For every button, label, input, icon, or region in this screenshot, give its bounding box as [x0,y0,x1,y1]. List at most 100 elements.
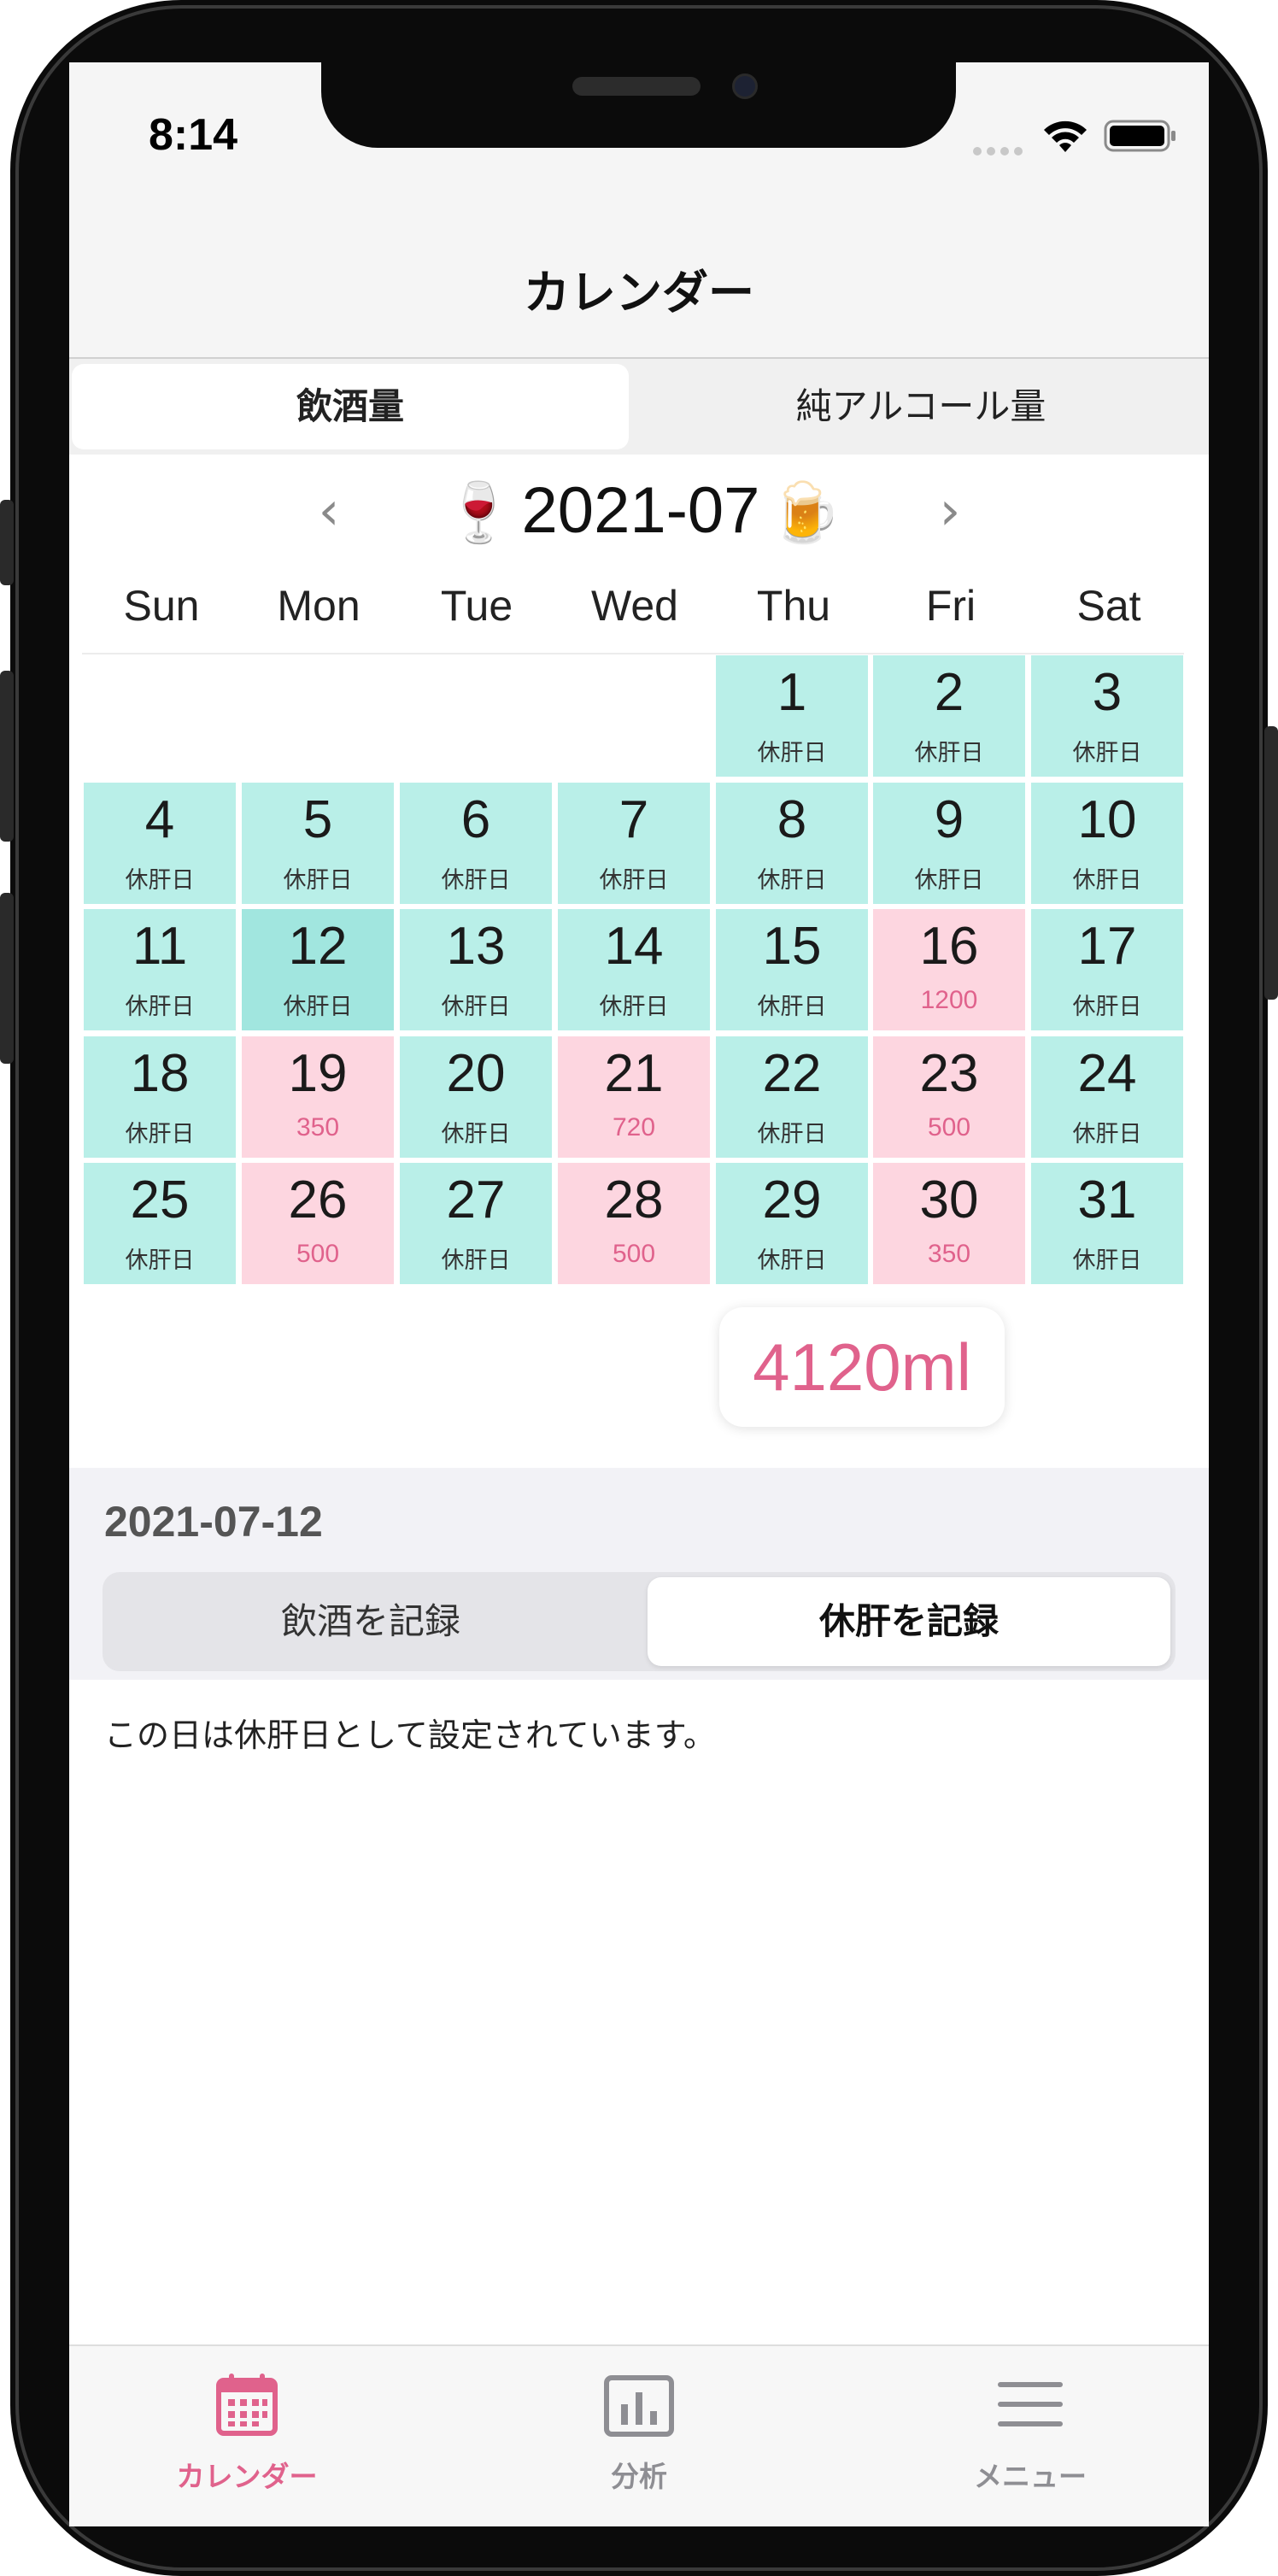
calendar-day[interactable]: 3 休肝日 [1031,655,1183,777]
day-rest-label: 休肝日 [757,740,827,766]
day-number: 4 [144,790,175,849]
day-number: 25 [130,1171,190,1229]
day-number: 8 [777,790,807,849]
menu-icon [996,2379,1064,2430]
day-drink-amount: 350 [927,1240,971,1268]
day-number: 27 [446,1171,506,1229]
battery-icon [1104,118,1177,154]
calendar-day[interactable]: 1 休肝日 [716,655,868,777]
calendar-day[interactable]: 11 休肝日 [84,909,236,1030]
calendar-day[interactable]: 12 休肝日 [242,909,394,1030]
calendar-day[interactable]: 18 休肝日 [84,1036,236,1158]
calendar-day[interactable]: 24 休肝日 [1031,1036,1183,1158]
day-drink-amount: 500 [612,1240,656,1268]
calendar-day[interactable]: 17 休肝日 [1031,909,1183,1030]
power-button [1264,726,1278,1000]
day-drink-amount: 350 [296,1113,340,1141]
calendar-day[interactable]: 31 休肝日 [1031,1163,1183,1284]
day-rest-label: 休肝日 [1072,867,1142,894]
day-number: 22 [762,1044,822,1103]
tab-menu-label: メニュー [974,2460,1087,2493]
tab-calendar-label: カレンダー [176,2460,318,2493]
day-number: 23 [919,1044,979,1103]
day-number: 11 [132,917,188,976]
day-number: 6 [460,790,491,849]
day-number: 1 [777,663,807,722]
calendar-day[interactable]: 2 休肝日 [873,655,1025,777]
day-number: 21 [604,1044,664,1103]
speaker-grille [572,77,701,96]
calendar-day[interactable]: 13 休肝日 [400,909,552,1030]
calendar-day[interactable]: 27 休肝日 [400,1163,552,1284]
front-camera [732,73,758,99]
day-drink-amount: 500 [296,1240,340,1268]
day-number: 31 [1077,1171,1137,1229]
calendar-day[interactable]: 8 休肝日 [716,783,868,904]
day-number: 2 [934,663,964,722]
calendar-day[interactable]: 6 休肝日 [400,783,552,904]
calendar-day[interactable]: 7 休肝日 [558,783,710,904]
day-rest-label: 休肝日 [757,994,827,1020]
calendar-day[interactable]: 16 1200 [873,909,1025,1030]
weekday-label: Sun [123,582,200,630]
day-drink-amount: 1200 [920,986,978,1014]
calendar-day[interactable]: 9 休肝日 [873,783,1025,904]
monthly-total: 4120ml [719,1307,1005,1427]
record-rest-day-button[interactable]: 休肝を記録 [648,1577,1170,1666]
day-drink-amount: 720 [612,1113,656,1141]
day-rest-label: 休肝日 [441,1247,511,1274]
calendar-day[interactable]: 26 500 [242,1163,394,1284]
calendar-day[interactable]: 21 720 [558,1036,710,1158]
calendar-day[interactable]: 15 休肝日 [716,909,868,1030]
prev-month-button[interactable]: ‹ [303,468,355,554]
day-rest-label: 休肝日 [599,867,669,894]
day-rest-label: 休肝日 [599,994,669,1020]
status-time: 8:14 [149,110,238,160]
day-rest-label: 休肝日 [125,1121,195,1147]
calendar-day[interactable]: 14 休肝日 [558,909,710,1030]
wine-glass-icon: 🍷 [443,479,515,547]
beer-mug-icon: 🍺 [769,479,841,547]
calendar-divider [82,653,1184,654]
calendar-day[interactable]: 28 500 [558,1163,710,1284]
selected-date: 2021-07-12 [104,1498,323,1546]
day-number: 19 [288,1044,348,1103]
calendar-day[interactable]: 30 350 [873,1163,1025,1284]
tab-drinking-volume[interactable]: 飲酒量 [72,364,629,449]
volume-up-button [0,671,14,842]
calendar-day[interactable]: 23 500 [873,1036,1025,1158]
chart-icon [604,2375,674,2437]
day-rest-label: 休肝日 [1072,994,1142,1020]
day-rest-label: 休肝日 [757,1247,827,1274]
day-rest-label: 休肝日 [125,994,195,1020]
tab-pure-alcohol[interactable]: 純アルコール量 [639,364,1203,449]
day-number: 12 [288,917,348,976]
day-number: 3 [1092,663,1123,722]
day-number: 24 [1077,1044,1137,1103]
calendar-day[interactable]: 20 休肝日 [400,1036,552,1158]
day-drink-amount: 500 [927,1113,971,1141]
calendar-day[interactable]: 22 休肝日 [716,1036,868,1158]
next-month-button[interactable]: › [924,468,976,554]
calendar-day[interactable]: 5 休肝日 [242,783,394,904]
day-number: 29 [762,1171,822,1229]
day-rest-label: 休肝日 [1072,740,1142,766]
day-number: 14 [604,917,664,976]
day-number: 7 [618,790,649,849]
day-number: 18 [130,1044,190,1103]
calendar-day[interactable]: 19 350 [242,1036,394,1158]
day-rest-label: 休肝日 [283,867,353,894]
weekday-label: Sat [1076,582,1141,630]
day-number: 17 [1077,917,1137,976]
day-rest-label: 休肝日 [441,867,511,894]
day-rest-label: 休肝日 [757,867,827,894]
calendar-day[interactable]: 10 休肝日 [1031,783,1183,904]
detail-message: この日は休肝日として設定されています。 [104,1716,716,1754]
calendar-day[interactable]: 29 休肝日 [716,1163,868,1284]
calendar-day[interactable]: 4 休肝日 [84,783,236,904]
day-rest-label: 休肝日 [441,1121,511,1147]
calendar-day[interactable]: 25 休肝日 [84,1163,236,1284]
day-rest-label: 休肝日 [441,994,511,1020]
record-drink-button[interactable]: 飲酒を記録 [108,1577,634,1666]
cellular-signal-icon [972,144,1025,155]
